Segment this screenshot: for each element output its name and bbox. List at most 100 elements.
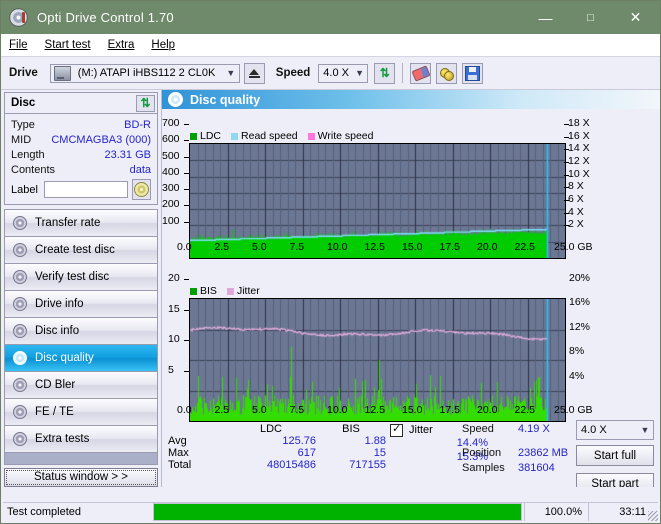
bulb-button[interactable] (436, 62, 458, 84)
speed-label: Speed (275, 67, 311, 79)
legend-entry-write-speed: Write speed (307, 130, 374, 142)
status-bar: Test completed 100.0% 33:11 (1, 487, 660, 523)
disc-mid-value: CMCMAGBA3 (000) (51, 133, 151, 146)
top-chart-legend: LDC Read speed Write speed (190, 130, 380, 142)
disc-info-rows: Type BD-R MID CMCMAGBA3 (000) Length 23.… (5, 114, 157, 204)
content-title: Disc quality (190, 92, 261, 107)
legend-label: LDC (200, 130, 222, 142)
sidebar-nav: Transfer rate Create test disc Verify te… (4, 209, 158, 453)
erase-button[interactable] (410, 62, 432, 84)
sidebar-item-create-test-disc[interactable]: Create test disc (5, 237, 157, 264)
axis-tick-label: 2.5 (214, 241, 230, 253)
menu-item-start-test[interactable]: Start test (45, 39, 91, 51)
axis-tick-label: 10.0 (327, 404, 348, 416)
axis-tick-label: 20.0 (477, 241, 498, 253)
refresh-button[interactable]: ⇅ (374, 62, 396, 84)
speed-select-value: 4.0 X (323, 67, 349, 79)
axis-tick (184, 221, 189, 223)
axis-tick-label: 10.0 (327, 241, 348, 253)
progress-percent: 100.0% (524, 503, 588, 521)
disc-icon (12, 216, 27, 230)
close-button[interactable]: ✕ (613, 2, 658, 33)
menu-item-extra[interactable]: Extra (108, 39, 135, 51)
stats-avg-bis: 1.88 (364, 435, 386, 447)
window-controls: — □ ✕ (523, 2, 658, 33)
stats-col-ldc: LDC (259, 423, 282, 435)
axis-tick-label: 5.0 (252, 241, 267, 253)
disc-row-length: Length 23.31 GB (11, 147, 151, 162)
axis-tick-label: 0.0 (177, 241, 192, 253)
axis-tick-label: 4 X (568, 205, 584, 218)
legend-swatch-icon (226, 287, 234, 295)
disc-panel: Disc ⇅ Type BD-R MID CMCMAGBA3 (000) Len… (4, 92, 158, 205)
status-message: Test completed (7, 506, 81, 518)
legend-entry-bis: BIS (190, 285, 217, 297)
measurement-panel: Speed 4.19 X Position 23862 MB Samples 3… (462, 423, 580, 477)
sidebar-item-verify-test-disc[interactable]: Verify test disc (5, 264, 157, 291)
main-body: Disc ⇅ Type BD-R MID CMCMAGBA3 (000) Len… (1, 90, 660, 494)
samples-readout-value: 381604 (518, 462, 555, 474)
speed-select[interactable]: 4.0 X ▼ (318, 63, 369, 83)
axis-tick-label: 7.5 (289, 241, 305, 253)
axis-tick-label: 400 (162, 165, 180, 178)
stats-row-key-max: Max (168, 447, 189, 459)
sidebar-item-drive-info[interactable]: Drive info (5, 291, 157, 318)
minimize-button[interactable]: — (523, 2, 568, 33)
speed-readout-row: Speed 4.19 X (462, 423, 580, 438)
sidebar-item-disc-quality[interactable]: Disc quality (5, 345, 157, 372)
axis-tick-label: 500 (162, 149, 180, 162)
disc-refresh-button[interactable]: ⇅ (136, 94, 155, 112)
save-icon (465, 65, 481, 81)
sidebar-item-cd-bler[interactable]: CD Bler (5, 372, 157, 399)
axis-tick-label: 22.5 (514, 404, 535, 416)
axis-tick (564, 187, 569, 189)
axis-tick-label: 5.0 (252, 404, 267, 416)
legend-label: Jitter (236, 285, 260, 297)
resize-grip-icon[interactable] (648, 511, 658, 521)
axis-tick-label: 15.0 (402, 404, 423, 416)
sidebar-item-label: Extra tests (35, 433, 90, 445)
start-full-button[interactable]: Start full (576, 445, 654, 466)
disc-row-mid: MID CMCMAGBA3 (000) (11, 132, 151, 147)
bulb-icon (440, 67, 455, 81)
drive-icon (53, 65, 71, 81)
menu-item-help[interactable]: Help (151, 39, 175, 51)
stats-row-key-avg: Avg (168, 435, 187, 447)
axis-tick-label: 14 X (568, 142, 590, 155)
disc-length-value: 23.31 GB (104, 148, 151, 161)
status-bar-inner: Test completed 100.0% 33:11 (3, 502, 658, 521)
disc-icon (168, 92, 183, 107)
status-window-button[interactable]: Status window > > (4, 467, 158, 487)
sidebar-item-fe-te[interactable]: FE / TE (5, 399, 157, 426)
legend-swatch-icon (307, 132, 315, 140)
save-button[interactable] (462, 62, 484, 84)
test-speed-select[interactable]: 4.0 X ▼ (576, 420, 654, 440)
content-pane: Disc quality LDC Read speed Write speed … (161, 90, 660, 494)
bottom-chart-legend: BIS Jitter (190, 285, 266, 297)
sidebar-item-transfer-rate[interactable]: Transfer rate (5, 210, 157, 237)
axis-tick-label: 15.0 (402, 241, 423, 253)
stats-total-ldc: 48015486 (267, 459, 316, 471)
sidebar-item-extra-tests[interactable]: Extra tests (5, 426, 157, 453)
jitter-checkbox[interactable] (390, 422, 403, 437)
disc-label-input[interactable] (43, 181, 128, 198)
sidebar-item-disc-info[interactable]: Disc info (5, 318, 157, 345)
axis-tick-label: 10 X (568, 167, 590, 180)
axis-tick (564, 174, 569, 176)
disc-label-apply-button[interactable] (131, 179, 151, 200)
chevron-down-icon: ▼ (355, 68, 365, 78)
legend-label: Write speed (317, 130, 374, 142)
axis-tick (184, 156, 189, 158)
disc-icon (12, 297, 27, 311)
axis-tick (564, 162, 569, 163)
axis-tick-label: 16 X (568, 129, 590, 142)
eject-button[interactable] (243, 62, 265, 84)
menu-item-file[interactable]: File (9, 39, 28, 51)
sidebar-item-label: Disc quality (35, 352, 94, 364)
maximize-button[interactable]: □ (568, 2, 613, 33)
legend-label: Read speed (241, 130, 298, 142)
axis-tick-label: 17.5 (439, 241, 460, 253)
drive-select-value: (M:) ATAPI iHBS112 2 CL0K (77, 67, 216, 79)
drive-select[interactable]: (M:) ATAPI iHBS112 2 CL0K ▼ (49, 63, 240, 83)
title-bar: Opti Drive Control 1.70 — □ ✕ (1, 1, 660, 34)
